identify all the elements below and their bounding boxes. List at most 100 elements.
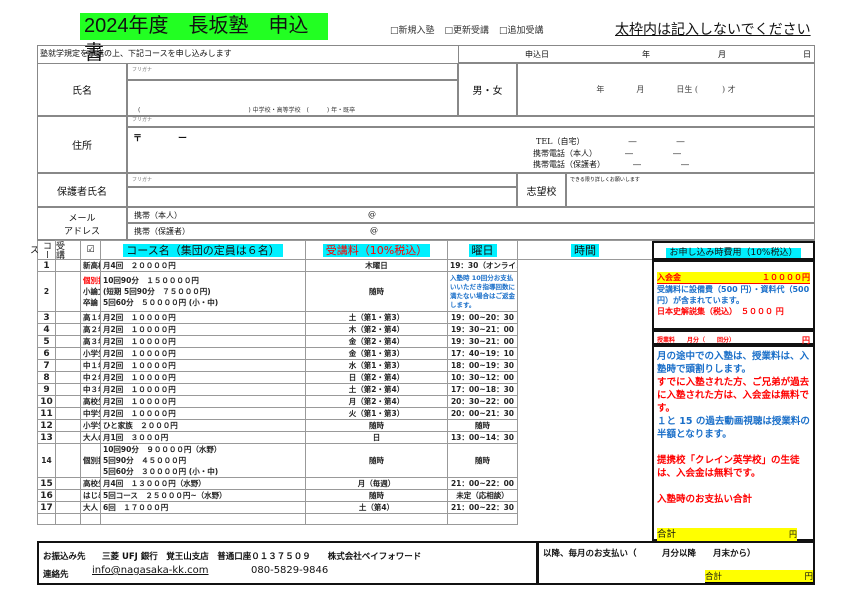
name-field[interactable]: ( ) 中学校・高等学校 ( ) 年・既卒 — [127, 80, 458, 116]
contact-email-link[interactable]: info@nagasaka-kk.com — [92, 565, 209, 576]
course-time: 21：00~22：30 — [447, 501, 518, 514]
course-fee: ひと家族 ２０００円 — [103, 421, 178, 430]
monthly-payment-box: 以降、毎月のお支払い（ 月分以降 月末から） 合計 円 — [537, 541, 815, 585]
course-checkbox[interactable] — [55, 347, 81, 360]
course-number: 13 — [37, 431, 56, 444]
course-number: 9 — [37, 383, 56, 396]
course-fee: 月2回 １００００円 — [103, 397, 176, 406]
email-label-1: メール — [68, 213, 96, 224]
course-row[interactable]: 4 高２年生 クリティカルシンキング講座（90分）月2回 １００００円 木（第2・第… — [37, 323, 653, 336]
course-row[interactable]: 5 高３年生 クリティカルシンキング講座（90分）月2回 １００００円 金（第2・第… — [37, 335, 653, 348]
course-time: 19：00~20：30 — [447, 311, 518, 324]
course-name: 中１年生 クリティカルシンキング講座（90分） — [83, 361, 100, 370]
course-row[interactable]: 1 新高校３年生 日本史探究対策講座（90分）月4回 ２００００円 木曜日19：30… — [37, 259, 653, 272]
course-day: 木（第2・第4） — [305, 323, 448, 336]
checkbox-add[interactable]: □追加受講 — [499, 23, 544, 36]
course-checkbox[interactable] — [55, 419, 81, 432]
email-guardian-label: 携帯（保護者） — [134, 227, 190, 236]
tuition-field[interactable]: 授業料 月分（ 回分） 円 — [652, 330, 815, 345]
bank-account: 三菱 UFJ 銀行 覚王山支店 普通口座０１３７５０９ 株式会社ベイフォワード — [102, 552, 422, 562]
empty-row[interactable] — [37, 512, 653, 526]
address-field[interactable]: 〒 ー TEL（自宅） ― ― 携帯電話（本人） ― ― 携帯電話（保護者） ―… — [127, 127, 815, 173]
course-row[interactable]: 2個別指導 総合型選抜、学校推薦型、国公立小論文小論文・志望理由書・面接指導プレ… — [37, 271, 653, 312]
course-row[interactable]: 7 中１年生 クリティカルシンキング講座（90分）月2回 １００００円 水（第1・第… — [37, 359, 653, 372]
tel-self: 携帯電話（本人） ― ― — [533, 149, 681, 158]
fees-header-box: お申し込み時費用（10%税込） — [652, 241, 815, 260]
yen-label: 円 — [804, 572, 813, 582]
course-checkbox[interactable] — [55, 489, 81, 502]
course-checkbox[interactable] — [55, 443, 81, 478]
course-time: 随時 — [447, 419, 518, 432]
course-day: 金（第2・第4） — [305, 335, 448, 348]
entry-fee-label: 入会金 — [657, 273, 681, 282]
school-wish-field[interactable]: できる限り詳しくお願いします — [566, 173, 815, 207]
course-number: 17 — [37, 501, 56, 514]
course-name: 高校生 共通テスト「情報」対策講座（60分）オンライン — [83, 479, 100, 488]
course-row[interactable]: 14 個別指導 小・中・高 「数学」「国語」「英語」「情報」10回90分 ９０００… — [37, 443, 653, 478]
course-number: 15 — [37, 477, 56, 490]
course-row[interactable]: 15 高校生 共通テスト「情報」対策講座（60分）オンライン月4回 １３０００円（… — [37, 477, 653, 490]
course-checkbox[interactable] — [55, 407, 81, 420]
course-row[interactable]: 11 中学生 オンラインクリティカルシンキング講座（90分）月2回 １００００円 火… — [37, 407, 653, 420]
course-time: 入塾時 10回分お支払いいただき指導回数に満たない場合はご返金します。 — [447, 271, 518, 312]
guardian-furigana-field[interactable]: フリガナ — [127, 173, 517, 187]
email-guardian-field[interactable]: 携帯（保護者） @ — [127, 223, 815, 240]
course-fee: 月2回 １００００円 — [103, 313, 176, 322]
course-row[interactable]: 13 大人のクリティカルシンキング講座（90分）月1回 ３０００円 日13：00~1… — [37, 431, 653, 444]
course-checkbox[interactable] — [55, 395, 81, 408]
course-checkbox[interactable] — [55, 335, 81, 348]
course-checkbox[interactable] — [55, 477, 81, 490]
apply-date-label: 申込日 — [525, 50, 549, 59]
course-row[interactable]: 16 はじめてのプログラミング講座（60分）5回コース ２５０００円~（水野） 随時… — [37, 489, 653, 502]
course-row[interactable]: 10 高校生 オンラインクリティカルシンキング講座（90分）月2回 １００００円 月… — [37, 395, 653, 408]
course-checkbox[interactable] — [55, 259, 81, 272]
course-time: 17：00~18：30 — [447, 383, 518, 396]
furigana-label: フリガナ — [132, 117, 153, 123]
time-header: 時間 — [571, 244, 599, 257]
course-row[interactable]: 17 大人 オンライン「やり直しの日本史」（90分）6回 １７０００円 土（第4）2… — [37, 501, 653, 514]
course-row[interactable]: 8 中２年生 クリティカルシンキング講座（90分）月2回 １００００円 日（第2・第… — [37, 371, 653, 384]
notes-box: 月の途中での入塾は、授業料は、入塾時で頭割りします。 すでに入塾された方、ご兄弟… — [652, 345, 815, 541]
monthly-total-field[interactable]: 合計 円 — [705, 570, 813, 583]
entry-fee-note: 受講料に設備費（500 円）・資料代（500 円）が含まれています。 — [657, 285, 810, 305]
postal-code: 〒 ー — [133, 134, 188, 144]
note-total-label: 入塾時のお支払い合計 — [657, 494, 753, 505]
course-row[interactable]: 6 小学生 クリティカルシンキング講座（90分）月2回 １００００円 金（第1・第3… — [37, 347, 653, 360]
checkbox-renew[interactable]: □更新受講 — [445, 23, 490, 36]
school-line: ( ) 中学校・高等学校 ( ) 年・既卒 — [138, 107, 356, 114]
course-row[interactable]: 9 中３年生 クリティカルシンキング講座（90分）月2回 １００００円 土（第2・第… — [37, 383, 653, 396]
course-day: 月（毎週） — [305, 477, 448, 490]
apply-date-field[interactable] — [458, 45, 815, 63]
name-label: 氏名 — [37, 63, 127, 116]
course-side-label: 受講コース — [28, 240, 64, 260]
course-checkbox[interactable] — [55, 431, 81, 444]
course-name-line: 小論文・志望理由書・面接指導プレゼン — [83, 287, 100, 296]
course-checkbox[interactable] — [55, 501, 81, 514]
initial-total-field[interactable]: 合計 円 — [657, 528, 797, 541]
course-checkbox[interactable] — [55, 371, 81, 384]
course-fee: 10回90分 １５００００円 — [103, 276, 199, 285]
monthly-payment-label: 以降、毎月のお支払い（ 月分以降 月末から） — [543, 549, 756, 559]
tuition-label: 授業料 月分（ 回分） — [657, 337, 736, 344]
check-header: ☑ — [80, 240, 101, 260]
course-checkbox[interactable] — [55, 359, 81, 372]
email-self-field[interactable]: 携帯（本人） @ — [127, 207, 815, 223]
course-checkbox[interactable] — [55, 383, 81, 396]
course-row[interactable]: 12 小学生親子 青空歴史教室（名古屋城 熱田神宮）ひと家族 ２０００円 随時随時 — [37, 419, 653, 432]
course-checkbox[interactable] — [55, 323, 81, 336]
course-checkbox[interactable] — [55, 311, 81, 324]
guardian-name-field[interactable] — [127, 187, 517, 207]
gender-selector[interactable]: 男・女 — [458, 63, 517, 116]
name-furigana-field[interactable]: フリガナ — [127, 63, 458, 80]
course-checkbox[interactable] — [55, 271, 81, 312]
course-time: 20：00~21：30 — [447, 407, 518, 420]
note-video: １と 15 の過去動画視聴は授業料の半額となります。 — [657, 416, 810, 440]
checkbox-new[interactable]: □新規入塾 — [390, 23, 435, 36]
birthdate-field[interactable]: 年 月 日生 ( ) 才 — [517, 63, 815, 116]
course-number: 7 — [37, 359, 56, 372]
address-furigana-field[interactable]: フリガナ — [127, 116, 815, 127]
course-fee: 月2回 １００００円 — [103, 337, 176, 346]
course-name-line: 卒論・エントリーシート・名大付作文・日本史論述・社会・ — [83, 298, 100, 307]
course-day: 日（第2・第4） — [305, 371, 448, 384]
course-row[interactable]: 3 高１年生 クリティカルシンキング講座（90分）月2回 １００００円 土（第1・第… — [37, 311, 653, 324]
